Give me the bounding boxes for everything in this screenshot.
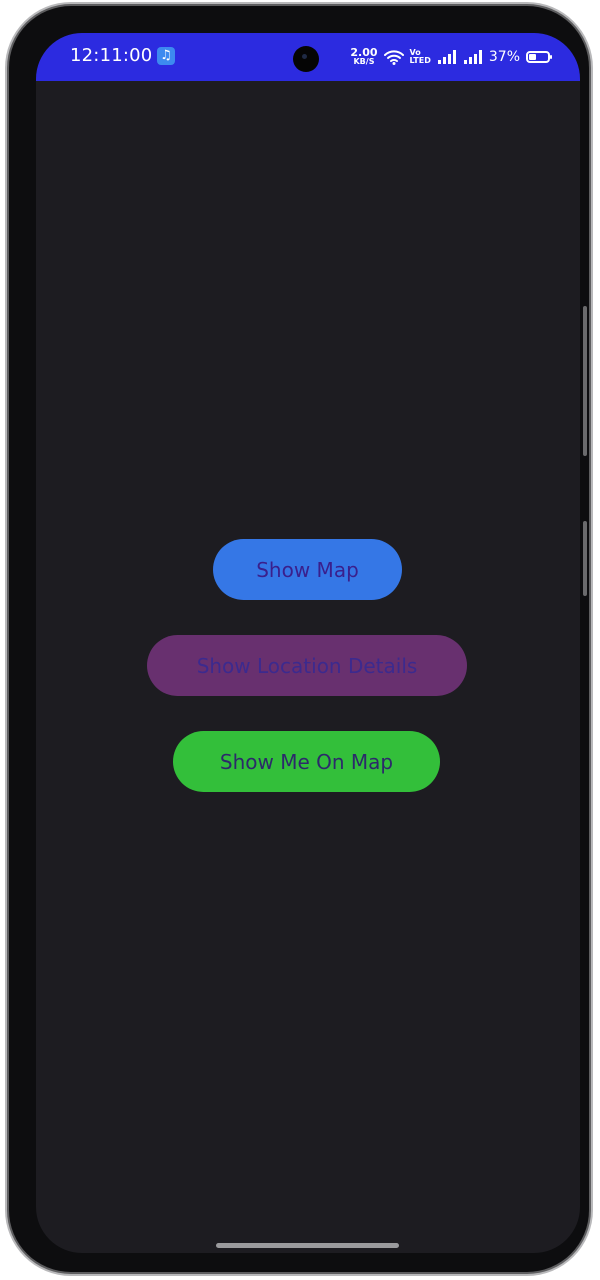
network-speed-value: 2.00 — [350, 46, 378, 59]
show-map-button[interactable]: Show Map — [213, 539, 402, 600]
status-bar: 12:11:00 ♫ 2.00 KB/S Vo LTED 37% — [36, 33, 580, 81]
signal-icon — [437, 50, 456, 64]
show-location-details-button[interactable]: Show Location Details — [147, 635, 467, 696]
status-icons: 2.00 KB/S Vo LTED 37% — [350, 43, 552, 71]
home-indicator[interactable] — [216, 1243, 399, 1248]
battery-level-fill — [529, 54, 536, 60]
volte-indicator: Vo LTED — [410, 49, 431, 65]
show-me-on-map-button[interactable]: Show Me On Map — [173, 731, 440, 792]
phone-frame: 12:11:00 ♫ 2.00 KB/S Vo LTED 37% Show Ma… — [9, 6, 589, 1272]
front-camera — [293, 46, 319, 72]
battery-percent: 37% — [488, 49, 520, 65]
battery-icon — [526, 51, 552, 63]
app-screen: 12:11:00 ♫ 2.00 KB/S Vo LTED 37% Show Ma… — [36, 33, 580, 1253]
volte-bottom-label: LTED — [409, 56, 431, 65]
signal-icon — [463, 50, 482, 64]
status-time: 12:11:00 — [70, 45, 153, 66]
wifi-icon — [383, 50, 404, 65]
battery-tip — [550, 55, 552, 59]
network-speed: 2.00 KB/S — [350, 46, 378, 66]
network-speed-unit: KB/S — [353, 57, 375, 66]
music-note-icon: ♫ — [157, 47, 175, 65]
side-button — [583, 306, 587, 456]
side-button — [583, 521, 587, 596]
